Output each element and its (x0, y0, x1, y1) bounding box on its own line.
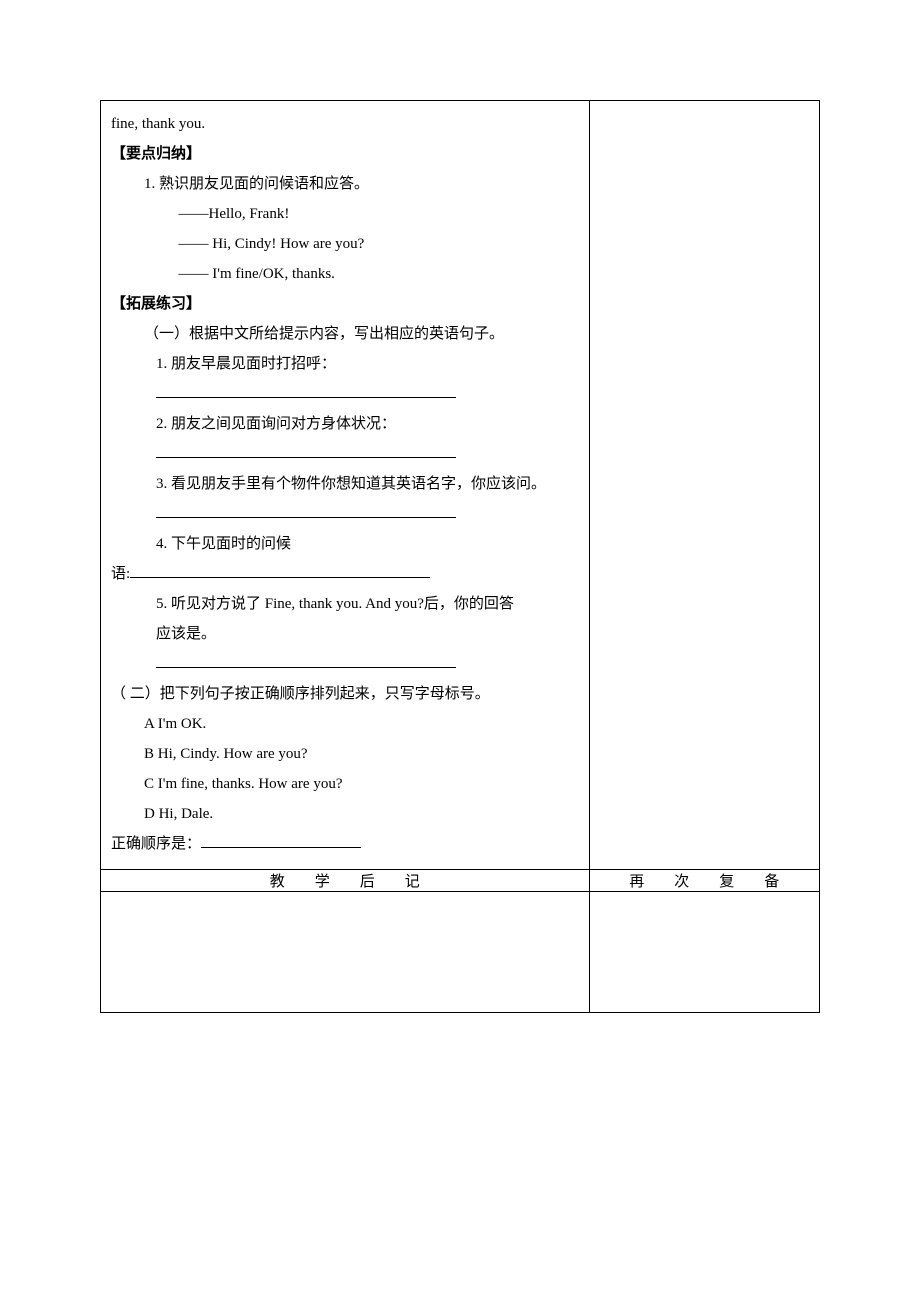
option-c: C I'm fine, thanks. How are you? (111, 769, 579, 799)
question-5-line2: 应该是。 (111, 619, 579, 649)
part2-intro: （ 二）把下列句子按正确顺序排列起来，只写字母标号。 (111, 679, 579, 709)
part1-intro: （一）根据中文所给提示内容，写出相应的英语句子。 (111, 319, 579, 349)
answer-blank-5[interactable] (111, 649, 579, 679)
dialogue-line-1: ——Hello, Frank! (111, 199, 579, 229)
section-keypoints-title: 【要点归纳】 (111, 139, 579, 169)
dialogue-line-3: —— I'm fine/OK, thanks. (111, 259, 579, 289)
answer-blank-2[interactable] (111, 439, 579, 469)
side-notes-cell (589, 101, 819, 870)
keypoint-1: 1. 熟识朋友见面的问候语和应答。 (111, 169, 579, 199)
dialogue-line-2: —— Hi, Cindy! How are you? (111, 229, 579, 259)
option-a: A I'm OK. (111, 709, 579, 739)
answer-blank-1[interactable] (111, 379, 579, 409)
footer-right-header: 再次复备 (589, 870, 819, 892)
review-notes-cell[interactable] (589, 892, 819, 1013)
answer-blank-3[interactable] (111, 499, 579, 529)
question-4-line2[interactable]: 语: (111, 559, 579, 589)
continuation-line: fine, thank you. (111, 109, 579, 139)
correct-order-line[interactable]: 正确顺序是： (111, 829, 579, 859)
question-4-line1: 4. 下午见面时的问候 (111, 529, 579, 559)
footer-left-header: 教学后记 (101, 870, 590, 892)
main-content-cell: fine, thank you. 【要点归纳】 1. 熟识朋友见面的问候语和应答… (101, 101, 590, 870)
teaching-notes-cell[interactable] (101, 892, 590, 1013)
question-5-line1: 5. 听见对方说了 Fine, thank you. And you?后，你的回… (111, 589, 579, 619)
option-b: B Hi, Cindy. How are you? (111, 739, 579, 769)
question-3: 3. 看见朋友手里有个物件你想知道其英语名字，你应该问。 (111, 469, 579, 499)
question-1: 1. 朋友早晨见面时打招呼： (111, 349, 579, 379)
section-exercise-title: 【拓展练习】 (111, 289, 579, 319)
question-2: 2. 朋友之间见面询问对方身体状况： (111, 409, 579, 439)
option-d: D Hi, Dale. (111, 799, 579, 829)
